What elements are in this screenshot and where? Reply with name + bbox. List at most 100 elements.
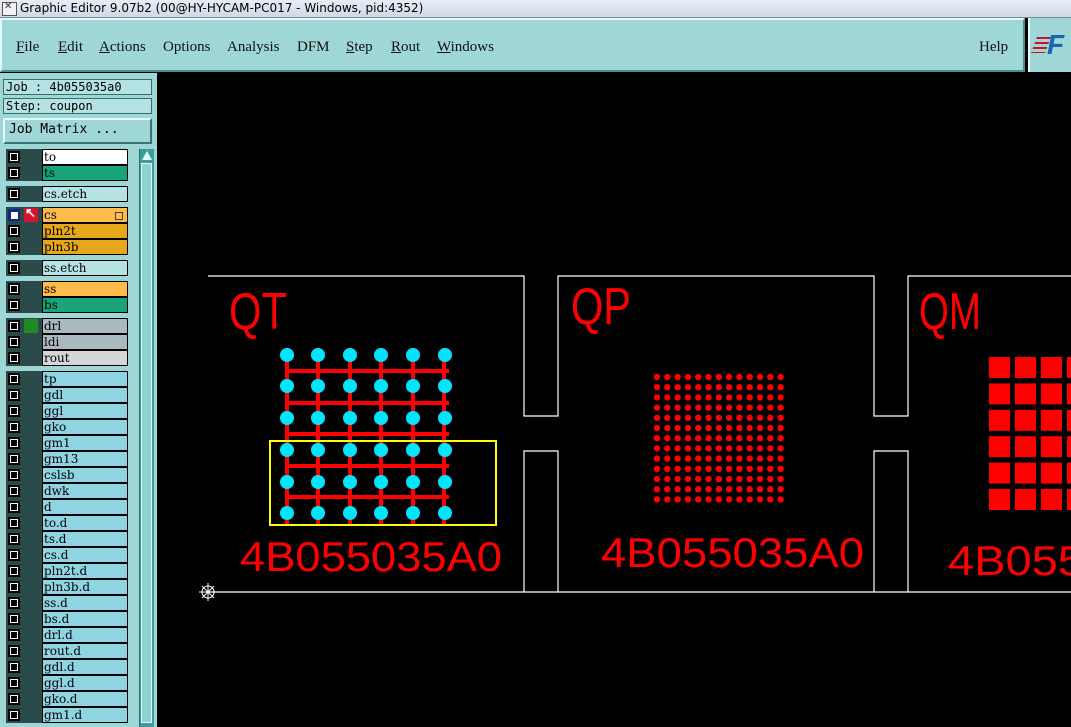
layer-row-tp[interactable]: tp bbox=[6, 371, 128, 387]
layer-name[interactable]: tp bbox=[42, 371, 128, 387]
layer-row-d[interactable]: d bbox=[6, 499, 128, 515]
layer-row-cslsb[interactable]: cslsb bbox=[6, 467, 128, 483]
layer-checkbox[interactable] bbox=[8, 565, 20, 577]
layer-name[interactable]: dwk bbox=[42, 483, 128, 499]
layer-checkbox[interactable] bbox=[8, 437, 20, 449]
layer-checkbox[interactable] bbox=[8, 225, 20, 237]
menu-analysis[interactable]: Analysis bbox=[227, 39, 280, 56]
layer-name[interactable]: drl.d bbox=[42, 627, 128, 643]
layer-row-gm13[interactable]: gm13 bbox=[6, 451, 128, 467]
layer-row-pln2t[interactable]: pln2t bbox=[6, 223, 128, 239]
layer-checkbox[interactable] bbox=[8, 581, 20, 593]
layer-checkbox[interactable] bbox=[8, 645, 20, 657]
layer-name[interactable]: bs.d bbox=[42, 611, 128, 627]
layer-row-gdl-d[interactable]: gdl.d bbox=[6, 659, 128, 675]
layer-checkbox[interactable] bbox=[8, 597, 20, 609]
layer-name[interactable]: gm1 bbox=[42, 435, 128, 451]
layer-name[interactable]: ss.etch bbox=[42, 260, 128, 276]
layer-checkbox[interactable] bbox=[8, 709, 20, 721]
layer-checkbox[interactable] bbox=[8, 336, 20, 348]
layer-row-gko[interactable]: gko bbox=[6, 419, 128, 435]
layer-checkbox[interactable] bbox=[8, 517, 20, 529]
layer-row-ldi[interactable]: ldi bbox=[6, 334, 128, 350]
layer-name[interactable]: pln2t.d bbox=[42, 563, 128, 579]
layer-row-gko-d[interactable]: gko.d bbox=[6, 691, 128, 707]
layer-checkbox[interactable] bbox=[8, 167, 20, 179]
layer-row-bs-d[interactable]: bs.d bbox=[6, 611, 128, 627]
menu-dfm[interactable]: DFM bbox=[297, 39, 330, 56]
layer-row-bs[interactable]: bs bbox=[6, 297, 128, 313]
layer-checkbox[interactable] bbox=[8, 661, 20, 673]
menu-help[interactable]: Help bbox=[979, 39, 1008, 56]
layer-checkbox[interactable] bbox=[8, 485, 20, 497]
layer-name[interactable]: drl bbox=[42, 318, 128, 334]
layer-name[interactable]: gdl bbox=[42, 387, 128, 403]
menu-rout[interactable]: Rout bbox=[391, 39, 420, 56]
menu-options[interactable]: Options bbox=[163, 39, 211, 56]
layer-row-rout[interactable]: rout bbox=[6, 350, 128, 366]
menu-edit[interactable]: Edit bbox=[58, 39, 83, 56]
layer-name[interactable]: pln3b.d bbox=[42, 579, 128, 595]
layer-row-ss[interactable]: ss bbox=[6, 281, 128, 297]
layer-name[interactable]: rout.d bbox=[42, 643, 128, 659]
layer-expand-icon[interactable] bbox=[115, 212, 123, 220]
layer-name[interactable]: bs bbox=[42, 297, 128, 313]
layer-name[interactable]: cs.etch bbox=[42, 186, 128, 202]
layer-name[interactable]: ss bbox=[42, 281, 128, 297]
layer-name[interactable]: to.d bbox=[42, 515, 128, 531]
layer-row-to[interactable]: to bbox=[6, 149, 128, 165]
layer-checkbox[interactable] bbox=[8, 677, 20, 689]
layer-checkbox[interactable] bbox=[8, 209, 20, 221]
layer-name[interactable]: gdl.d bbox=[42, 659, 128, 675]
layer-checkbox[interactable] bbox=[8, 533, 20, 545]
layer-row-pln2t-d[interactable]: pln2t.d bbox=[6, 563, 128, 579]
layer-checkbox[interactable] bbox=[8, 262, 20, 274]
affected-layer-icon[interactable] bbox=[24, 319, 38, 333]
layer-row-ggl[interactable]: ggl bbox=[6, 403, 128, 419]
layer-checkbox[interactable] bbox=[8, 352, 20, 364]
layer-checkbox[interactable] bbox=[8, 389, 20, 401]
layer-row-drl-d[interactable]: drl.d bbox=[6, 627, 128, 643]
layer-checkbox[interactable] bbox=[8, 188, 20, 200]
layer-checkbox[interactable] bbox=[8, 453, 20, 465]
graphic-canvas[interactable]: QT QP QM 4B055035A0 4B055035A0 4B055 bbox=[157, 73, 1071, 727]
layer-name[interactable]: to bbox=[42, 149, 128, 165]
layer-row-ggl-d[interactable]: ggl.d bbox=[6, 675, 128, 691]
layer-row-cs-etch[interactable]: cs.etch bbox=[6, 186, 128, 202]
layer-row-dwk[interactable]: dwk bbox=[6, 483, 128, 499]
layer-checkbox[interactable] bbox=[8, 151, 20, 163]
scroll-up-arrow-icon[interactable] bbox=[142, 151, 152, 160]
menu-windows[interactable]: Windows bbox=[437, 39, 494, 56]
menu-file[interactable]: File bbox=[16, 39, 39, 56]
layer-checkbox[interactable] bbox=[8, 693, 20, 705]
layer-name[interactable]: ldi bbox=[42, 334, 128, 350]
layer-name[interactable]: gko bbox=[42, 419, 128, 435]
layer-name[interactable]: cslsb bbox=[42, 467, 128, 483]
layer-name[interactable]: pln2t bbox=[42, 223, 128, 239]
layer-name[interactable]: cs bbox=[42, 207, 128, 223]
layer-name[interactable]: ggl.d bbox=[42, 675, 128, 691]
layer-name[interactable]: ss.d bbox=[42, 595, 128, 611]
layer-row-drl[interactable]: drl bbox=[6, 318, 128, 334]
layer-checkbox[interactable] bbox=[8, 549, 20, 561]
layer-name[interactable]: ggl bbox=[42, 403, 128, 419]
layer-row-cs[interactable]: cs bbox=[6, 205, 128, 223]
layer-checkbox[interactable] bbox=[8, 629, 20, 641]
layer-name[interactable]: cs.d bbox=[42, 547, 128, 563]
layer-checkbox[interactable] bbox=[8, 469, 20, 481]
layer-row-ss-d[interactable]: ss.d bbox=[6, 595, 128, 611]
layer-checkbox[interactable] bbox=[8, 501, 20, 513]
layer-row-gdl[interactable]: gdl bbox=[6, 387, 128, 403]
job-matrix-button[interactable]: Job Matrix ... bbox=[3, 118, 152, 144]
layer-row-to-d[interactable]: to.d bbox=[6, 515, 128, 531]
layer-checkbox[interactable] bbox=[8, 299, 20, 311]
layer-checkbox[interactable] bbox=[8, 320, 20, 332]
menu-actions[interactable]: Actions bbox=[99, 39, 146, 56]
layer-row-gm1[interactable]: gm1 bbox=[6, 435, 128, 451]
layer-name[interactable]: rout bbox=[42, 350, 128, 366]
layer-row-cs-d[interactable]: cs.d bbox=[6, 547, 128, 563]
layer-checkbox[interactable] bbox=[8, 283, 20, 295]
layer-checkbox[interactable] bbox=[8, 421, 20, 433]
layer-checkbox[interactable] bbox=[8, 373, 20, 385]
layer-checkbox[interactable] bbox=[8, 405, 20, 417]
